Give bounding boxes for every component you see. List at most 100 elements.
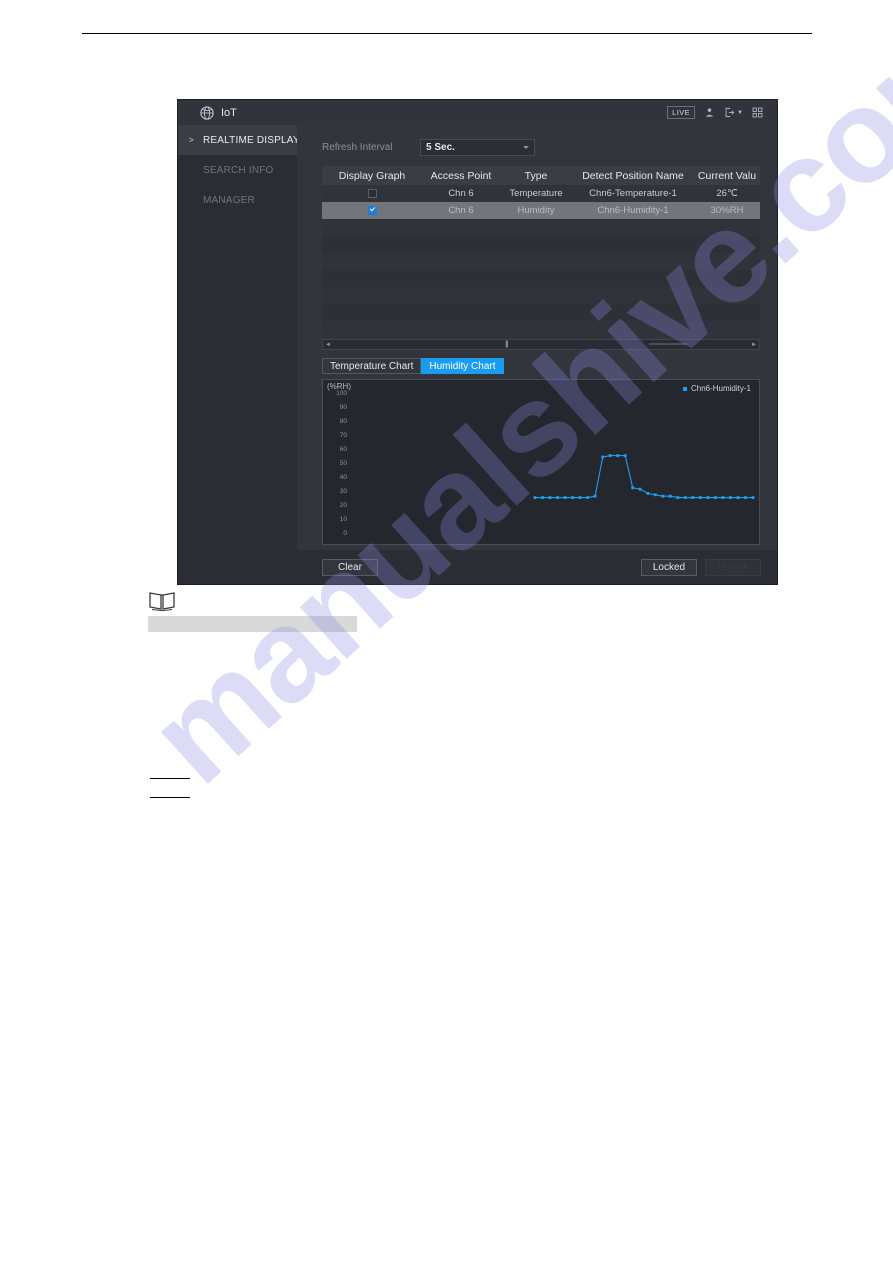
- logout-icon[interactable]: [724, 107, 735, 118]
- window-controls: LIVE ▼: [667, 106, 777, 119]
- sensor-table: Display Graph Access Point Type Detect P…: [322, 166, 760, 338]
- chevron-down-icon: [523, 145, 529, 149]
- chart-data-point: [676, 496, 680, 499]
- chart-data-point: [691, 496, 695, 499]
- chart-data-point: [638, 487, 642, 491]
- chart-data-point: [563, 496, 567, 499]
- table-row-empty[interactable]: [322, 236, 760, 253]
- chart-tab-bar: Temperature Chart Humidity Chart: [322, 358, 761, 374]
- chart-data-point: [714, 496, 717, 499]
- scrollbar-track[interactable]: |||: [333, 340, 749, 349]
- column-header-current-value[interactable]: Current Valu: [694, 166, 760, 185]
- redacted-note-text: [148, 616, 357, 632]
- sidebar-item-label: MANAGER: [203, 194, 255, 206]
- chart-data-point: [608, 454, 612, 457]
- chart-data-point: [533, 496, 537, 499]
- cell-type: Humidity: [500, 202, 572, 219]
- book-note-icon: [149, 592, 175, 612]
- column-header-access-point[interactable]: Access Point: [422, 166, 500, 185]
- chart-data-point: [706, 496, 710, 499]
- logout-control[interactable]: ▼: [724, 107, 743, 118]
- column-header-type[interactable]: Type: [500, 166, 572, 185]
- chart-data-point: [578, 496, 582, 499]
- sidebar-item-manager[interactable]: MANAGER: [178, 185, 297, 215]
- chart-data-point: [699, 496, 702, 499]
- page-header-rule: [82, 33, 812, 34]
- chart-data-point: [556, 496, 559, 499]
- display-graph-checkbox[interactable]: [367, 205, 377, 215]
- sidebar-item-search-info[interactable]: SEARCH INFO: [178, 155, 297, 185]
- chart-data-point: [683, 496, 687, 499]
- refresh-interval-label: Refresh Interval: [322, 141, 393, 153]
- chart-data-point: [653, 493, 657, 497]
- chart-data-point: [601, 455, 605, 459]
- chart-data-point: [541, 496, 544, 499]
- cell-current-value: 26℃: [694, 185, 760, 202]
- window-title-group: IoT: [178, 105, 237, 120]
- cell-current-value: 30%RH: [694, 202, 760, 219]
- scrollbar-thumb[interactable]: |||: [499, 341, 513, 348]
- cell-display-graph[interactable]: [322, 202, 422, 219]
- chart-data-point: [729, 496, 732, 499]
- unlock-button[interactable]: Unlock: [705, 558, 761, 576]
- scrollbar-thumb-bar[interactable]: [649, 343, 688, 345]
- sidebar-item-label: SEARCH INFO: [203, 164, 274, 176]
- clear-button[interactable]: Clear: [322, 558, 378, 576]
- column-header-detect-position-name[interactable]: Detect Position Name: [572, 166, 694, 185]
- tab-humidity-chart[interactable]: Humidity Chart: [421, 358, 504, 374]
- table-horizontal-scrollbar[interactable]: ◄ ||| ►: [322, 339, 760, 350]
- footer-right-buttons: Locked Unlock: [641, 558, 761, 576]
- chevron-right-icon: >: [189, 135, 194, 145]
- chart-data-point: [646, 492, 650, 495]
- chart-plot-area: [533, 454, 755, 499]
- chart-data-point: [616, 454, 620, 457]
- table-row-empty[interactable]: [322, 253, 760, 270]
- table-row-empty[interactable]: [322, 287, 760, 304]
- chart-data-point: [668, 494, 672, 498]
- chart-data-point: [586, 496, 589, 499]
- column-header-display-graph[interactable]: Display Graph: [322, 166, 422, 185]
- user-icon[interactable]: [704, 107, 715, 118]
- globe-icon: [200, 105, 214, 120]
- scroll-right-arrow-icon[interactable]: ►: [749, 340, 759, 349]
- display-graph-checkbox[interactable]: [367, 188, 377, 198]
- chart-data-point: [548, 496, 552, 499]
- sidebar-item-label: REALTIME DISPLAY: [203, 134, 300, 146]
- chart-data-point: [623, 454, 627, 457]
- cell-access-point: Chn 6: [422, 185, 500, 202]
- chart-data-point: [751, 496, 755, 499]
- table-row-empty[interactable]: [322, 304, 760, 321]
- chart-series-line: [535, 455, 753, 499]
- refresh-interval-select[interactable]: 5 Sec.: [420, 138, 535, 156]
- window-footer: Clear Locked Unlock: [297, 550, 777, 584]
- refresh-interval-value: 5 Sec.: [426, 141, 455, 153]
- scroll-left-arrow-icon[interactable]: ◄: [323, 340, 333, 349]
- humidity-chart: (%RH) Chn6-Humidity-1 100 90 80 70 60 50 40 30 2…: [322, 379, 760, 545]
- main-content: Refresh Interval 5 Sec. Display Graph Ac…: [297, 125, 777, 550]
- table-row-empty[interactable]: [322, 321, 760, 338]
- sensor-table-wrapper: Display Graph Access Point Type Detect P…: [322, 166, 760, 350]
- cell-type: Temperature: [500, 185, 572, 202]
- chart-data-point: [631, 486, 635, 490]
- live-badge[interactable]: LIVE: [667, 106, 696, 119]
- table-row-empty[interactable]: [322, 270, 760, 287]
- cell-detect-position-name: Chn6-Humidity-1: [572, 202, 694, 219]
- refresh-interval-row: Refresh Interval 5 Sec.: [322, 137, 761, 157]
- sidebar-item-realtime-display[interactable]: > REALTIME DISPLAY: [178, 125, 300, 155]
- grid-apps-icon[interactable]: [752, 107, 763, 118]
- cell-detect-position-name: Chn6-Temperature-1: [572, 185, 694, 202]
- page-title: IoT: [221, 106, 237, 119]
- table-header-row: Display Graph Access Point Type Detect P…: [322, 166, 760, 185]
- tab-temperature-chart[interactable]: Temperature Chart: [322, 358, 422, 374]
- cell-display-graph[interactable]: [322, 185, 422, 202]
- locked-button[interactable]: Locked: [641, 558, 697, 576]
- chart-data-point: [744, 496, 747, 499]
- table-row-empty[interactable]: [322, 219, 760, 236]
- redacted-rule-1: [150, 778, 190, 779]
- chart-data-point: [736, 496, 740, 499]
- chart-data-point: [593, 494, 597, 498]
- chevron-down-icon: ▼: [737, 109, 743, 116]
- sidebar: > REALTIME DISPLAY SEARCH INFO MANAGER: [178, 125, 300, 584]
- table-row[interactable]: Chn 6 Temperature Chn6-Temperature-1 26℃: [322, 185, 760, 202]
- table-row[interactable]: Chn 6 Humidity Chn6-Humidity-1 30%RH: [322, 202, 760, 219]
